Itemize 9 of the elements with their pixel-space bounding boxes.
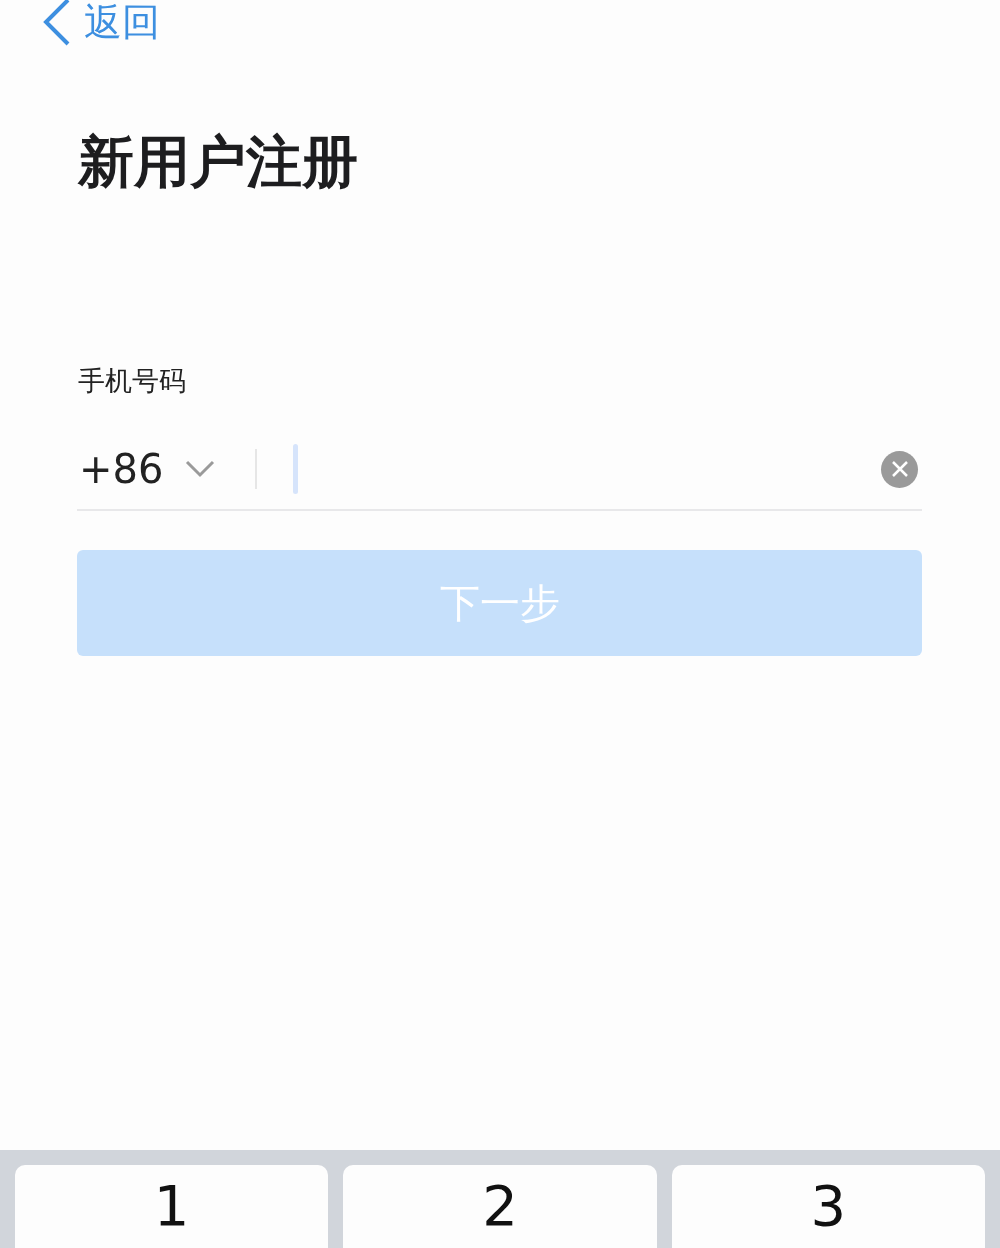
- country-code-dropdown[interactable]: +86: [77, 446, 216, 492]
- keyboard-key[interactable]: 2: [343, 1165, 657, 1248]
- chevron-down-icon: [185, 460, 216, 478]
- keyboard-key[interactable]: 3: [671, 1165, 985, 1248]
- close-icon: [890, 460, 909, 478]
- keyboard-key[interactable]: 1: [15, 1165, 329, 1248]
- field-label: 手机号码: [78, 365, 187, 397]
- clear-button[interactable]: [881, 450, 918, 488]
- page-title: 新用户注册: [78, 130, 359, 194]
